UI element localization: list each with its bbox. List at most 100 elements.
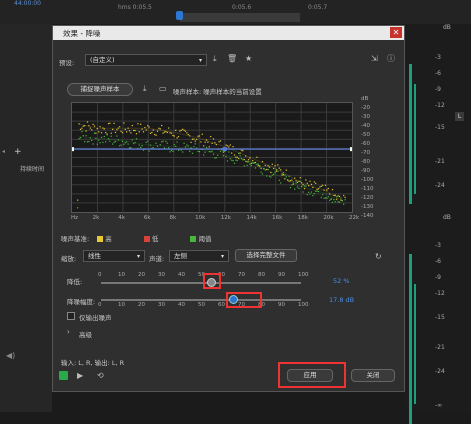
favorite-star-icon[interactable]: ★ (245, 54, 252, 64)
reduction-slider-track[interactable] (101, 282, 301, 284)
scatter-point (130, 132, 132, 134)
scatter-point (208, 150, 210, 153)
waveform-strip (409, 64, 412, 204)
scatter-point (189, 135, 191, 137)
scatter-point (98, 139, 100, 141)
ruler-bar[interactable] (180, 13, 300, 22)
reduce-by-slider-track[interactable] (101, 299, 301, 301)
scatter-point (200, 141, 202, 143)
reset-icon[interactable]: ↻ (375, 252, 382, 262)
scatter-point (281, 174, 283, 176)
scatter-point (186, 144, 188, 146)
x-tick-label: 6k (143, 215, 151, 221)
x-tick-label: 2k (92, 215, 100, 221)
scatter-point (344, 199, 346, 201)
slider-tick-label: 90 (278, 302, 285, 308)
scatter-point (246, 161, 248, 163)
scatter-point (204, 141, 206, 143)
scatter-point (141, 145, 143, 147)
chevron-right-icon[interactable]: › (67, 328, 70, 336)
y-tick-label: -30 (361, 114, 370, 120)
info-icon[interactable]: ⓘ (387, 54, 395, 64)
play-icon[interactable]: ▶ (77, 371, 83, 381)
db-tick: -15 (435, 124, 445, 131)
scatter-point (263, 168, 265, 170)
speaker-icon[interactable]: ◀) (6, 351, 15, 360)
split-icon[interactable]: ⇲ (371, 54, 378, 64)
scatter-point (261, 173, 264, 175)
scatter-point (261, 161, 264, 163)
capture-noise-print-button[interactable]: 捕捉噪声样本 (67, 83, 133, 96)
scatter-point (123, 122, 125, 124)
scatter-point (228, 151, 230, 153)
scatter-point (116, 135, 118, 137)
scatter-point (288, 175, 290, 177)
scatter-point (256, 163, 258, 165)
delete-preset-icon[interactable]: 🗑 (227, 54, 237, 64)
playhead[interactable] (176, 11, 183, 20)
output-noise-only-checkbox[interactable] (67, 312, 75, 320)
scatter-point (313, 181, 315, 183)
select-entire-file-button[interactable]: 选择完整文件 (235, 249, 297, 262)
advanced-section[interactable]: 高级 (79, 329, 92, 339)
scatter-point (273, 167, 275, 170)
scatter-point (267, 168, 269, 171)
slider-tick-label: 40 (178, 272, 185, 278)
scatter-point (177, 149, 180, 151)
scatter-point (316, 190, 318, 192)
scatter-point (309, 180, 311, 182)
scatter-point (140, 146, 142, 149)
scatter-point (159, 144, 161, 146)
series-line-高 (78, 123, 340, 200)
scatter-point (245, 155, 247, 157)
close-button[interactable]: 关闭 (351, 369, 395, 382)
scale-value: 线性 (88, 252, 101, 260)
scatter-point (165, 130, 167, 133)
legend-low-swatch (143, 236, 150, 242)
add-track-icon[interactable]: + (14, 147, 22, 157)
scatter-point (99, 142, 101, 144)
noise-graph[interactable] (71, 102, 353, 213)
db-tick: -24 (435, 182, 445, 189)
legend-label: 噪声基准: (61, 235, 90, 243)
preset-select[interactable]: (自定义) ▾ (85, 54, 207, 66)
reduction-value[interactable]: 52 % (333, 277, 350, 285)
legend-threshold-swatch (190, 236, 197, 242)
scatter-point (253, 162, 255, 164)
channel-l-badge[interactable]: L (455, 112, 464, 121)
scatter-point (277, 170, 279, 172)
open-folder-icon[interactable]: ▭ (159, 84, 167, 94)
scatter-point (127, 143, 129, 145)
scatter-point (190, 147, 192, 149)
scatter-point (271, 174, 273, 176)
scatter-point (336, 196, 338, 198)
scatter-point (140, 123, 142, 125)
dialog-titlebar[interactable]: 效果 - 降噪 ✕ (53, 26, 404, 40)
save-noise-icon[interactable]: ⤓ (143, 84, 147, 94)
scatter-point (177, 135, 180, 138)
scatter-point (165, 140, 167, 143)
scatter-point (236, 156, 238, 158)
scatter-point (191, 152, 194, 154)
highlight-box (203, 273, 221, 289)
loop-icon[interactable]: ⟲ (97, 371, 104, 381)
power-toggle-icon[interactable] (59, 371, 68, 380)
scatter-point (330, 198, 332, 200)
scatter-point (77, 199, 79, 201)
scale-select[interactable]: 线性 ▾ (83, 250, 145, 262)
channel-select[interactable]: 左侧 ▾ (169, 250, 229, 262)
download-preset-icon[interactable]: ⤓ (213, 54, 217, 64)
arrow-icon[interactable]: ◂ (2, 148, 5, 155)
scatter-point (326, 189, 328, 191)
scatter-point (130, 147, 132, 149)
reduce-by-value[interactable]: 17.8 dB (329, 296, 354, 304)
db-tick: -6 (435, 258, 441, 265)
y-tick-label: -90 (361, 168, 370, 174)
scatter-point (127, 127, 129, 129)
ruler-label-2: 0:05.6 (232, 4, 252, 11)
close-icon[interactable]: ✕ (390, 27, 402, 38)
scatter-point (88, 140, 90, 143)
scatter-point (133, 142, 135, 145)
scatter-point (313, 193, 315, 195)
scatter-point (182, 128, 184, 130)
